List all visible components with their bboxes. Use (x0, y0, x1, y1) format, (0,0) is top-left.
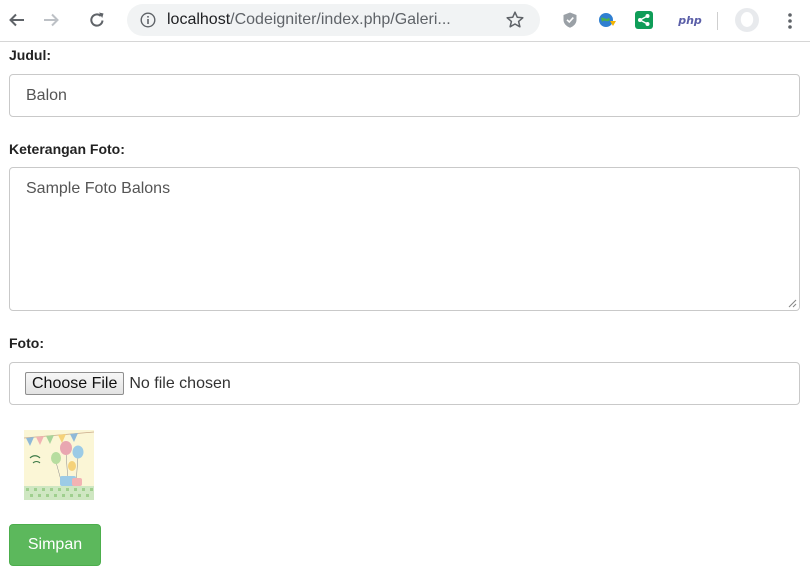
profile-button[interactable] (734, 7, 760, 33)
file-status: No file chosen (129, 374, 231, 392)
shield-icon (563, 12, 577, 28)
keterangan-label: Keterangan Foto: (9, 141, 125, 157)
share-extension-button[interactable] (634, 10, 654, 30)
url-path: /Codeigniter/index.php/Galeri... (230, 11, 451, 28)
browser-menu-button[interactable] (780, 9, 800, 33)
forward-button[interactable] (38, 7, 64, 33)
shield-extension-button[interactable] (560, 10, 580, 30)
php-extension-button[interactable]: php (676, 10, 704, 30)
judul-input[interactable]: Balon (9, 74, 800, 117)
simpan-button[interactable]: Simpan (9, 524, 101, 566)
foto-file-input[interactable]: Choose File No file chosen (9, 362, 800, 405)
avatar-icon (735, 8, 759, 32)
url-text[interactable]: localhost/Codeigniter/index.php/Galeri..… (167, 11, 505, 29)
keterangan-value: Sample Foto Balons (26, 180, 171, 197)
reload-icon (90, 12, 104, 27)
arrow-right-icon (44, 13, 59, 27)
photo-preview-thumbnail (24, 430, 94, 500)
toolbar-divider (717, 12, 718, 30)
info-icon[interactable] (140, 12, 156, 28)
url-host: localhost (167, 11, 231, 28)
judul-label: Judul: (9, 47, 51, 63)
balloon-image (24, 430, 94, 500)
more-vertical-icon (788, 13, 792, 29)
php-label: php (678, 13, 702, 27)
globe-download-icon (599, 13, 616, 27)
choose-file-button[interactable]: Choose File (25, 372, 125, 395)
browser-toolbar: localhost/Codeigniter/index.php/Galeri..… (0, 0, 810, 42)
download-extension-button[interactable] (597, 10, 617, 30)
resize-grip-icon[interactable] (787, 298, 797, 308)
keterangan-textarea[interactable]: Sample Foto Balons (9, 167, 800, 311)
back-button[interactable] (4, 7, 30, 33)
reload-button[interactable] (84, 7, 110, 33)
foto-label: Foto: (9, 335, 44, 351)
address-bar[interactable]: localhost/Codeigniter/index.php/Galeri..… (127, 4, 540, 36)
star-icon[interactable] (505, 10, 525, 30)
share-icon (635, 11, 653, 29)
arrow-left-icon (9, 13, 24, 27)
